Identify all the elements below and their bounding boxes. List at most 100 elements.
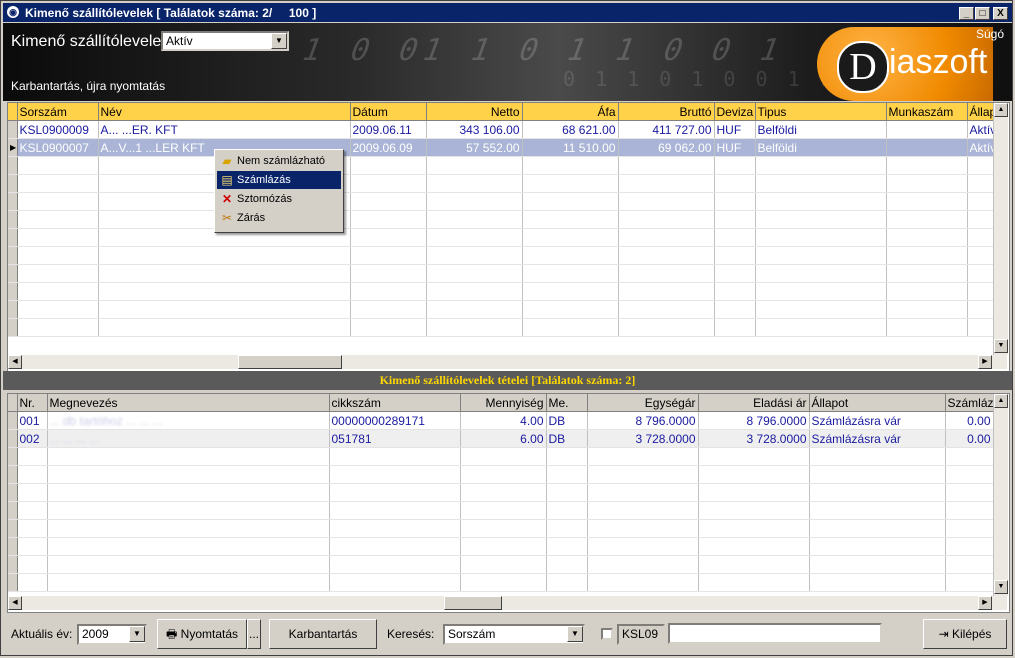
cell-allapot[interactable]: Számlázásra vár: [809, 429, 946, 448]
cell-munkaszam[interactable]: [886, 138, 968, 157]
cell-allapot[interactable]: Aktív: [967, 138, 994, 157]
cell-datum[interactable]: 2009.06.11: [350, 120, 427, 139]
top-grid-hscrollbar[interactable]: ◀ ▶: [8, 355, 1007, 369]
cell-munkaszam[interactable]: [886, 120, 968, 139]
scroll-right-icon[interactable]: ▶: [978, 355, 992, 369]
close-button[interactable]: X: [993, 7, 1008, 20]
col-header-megnevezes[interactable]: Megnevezés: [47, 394, 330, 412]
menu-item-sztornozas[interactable]: ✕ Sztornózás: [217, 190, 341, 208]
year-select[interactable]: 2009 ▼: [77, 624, 147, 645]
search-input[interactable]: [668, 623, 882, 644]
col-header-netto[interactable]: Netto: [426, 103, 523, 121]
cell-egysegar[interactable]: 8 796.0000: [587, 411, 699, 430]
minimize-button[interactable]: _: [959, 7, 974, 20]
cell-egysegar[interactable]: 3 728.0000: [587, 429, 699, 448]
bottom-grid-vscrollbar[interactable]: ▲ ▼: [993, 394, 1008, 596]
chevron-down-icon[interactable]: ▼: [271, 33, 287, 49]
cell-eladasi-ar[interactable]: 3 728.0000: [698, 429, 810, 448]
col-header-brutto[interactable]: Bruttó: [618, 103, 715, 121]
maintenance-button[interactable]: Karbantartás: [269, 619, 377, 649]
col-header-allapot[interactable]: Állap: [967, 103, 994, 121]
cell-netto[interactable]: 57 552.00: [426, 138, 523, 157]
help-link[interactable]: Súgó: [976, 27, 1004, 41]
table-row[interactable]: 002 ... ... ... ... 051781 6.00 DB 3 728…: [8, 429, 994, 448]
cell-nr[interactable]: 001: [17, 411, 48, 430]
cell-deviza[interactable]: HUF: [714, 138, 756, 157]
col-header-deviza[interactable]: Deviza: [714, 103, 756, 121]
cell-afa[interactable]: 11 510.00: [522, 138, 619, 157]
col-header-nr[interactable]: Nr.: [17, 394, 48, 412]
scroll-thumb[interactable]: [444, 596, 502, 610]
menu-item-szamlazas[interactable]: ▤ Számlázás: [217, 171, 341, 189]
cell-allapot[interactable]: Aktív: [967, 120, 994, 139]
col-header-tipus[interactable]: Tipus: [755, 103, 887, 121]
col-header-eladasi-ar[interactable]: Eladási ár: [698, 394, 810, 412]
empty-row: [8, 555, 994, 574]
chevron-down-icon[interactable]: ▼: [129, 626, 145, 642]
chevron-down-icon[interactable]: ▼: [567, 626, 583, 642]
cell-sorszam[interactable]: KSL0900007: [17, 138, 99, 157]
empty-cell: [17, 264, 99, 283]
scroll-up-icon[interactable]: ▲: [994, 103, 1008, 117]
cell-eladasi-ar[interactable]: 8 796.0000: [698, 411, 810, 430]
scroll-down-icon[interactable]: ▼: [994, 580, 1008, 594]
bottom-grid-hscrollbar[interactable]: ◀ ▶: [8, 596, 1007, 610]
search-field-select[interactable]: Sorszám ▼: [443, 624, 585, 645]
cell-tipus[interactable]: Belföldi: [755, 120, 887, 139]
print-options-button[interactable]: ...: [247, 619, 261, 649]
title-bar[interactable]: ◉ Kimenő szállítólevelek [ Találatok szá…: [3, 3, 1012, 22]
cell-afa[interactable]: 68 621.00: [522, 120, 619, 139]
cell-sorszam[interactable]: KSL0900009: [17, 120, 99, 139]
top-grid-vscrollbar[interactable]: ▲ ▼: [993, 103, 1008, 355]
table-row[interactable]: KSL0900009 A... ...ER. KFT 2009.06.11 34…: [8, 120, 994, 139]
cell-allapot[interactable]: Számlázásra vár: [809, 411, 946, 430]
cell-szamlaz[interactable]: 0.00: [945, 429, 994, 448]
cell-megnevezes[interactable]: ... ... ... ...: [47, 429, 330, 448]
cell-datum[interactable]: 2009.06.09: [350, 138, 427, 157]
prefix-checkbox[interactable]: [601, 628, 613, 640]
cell-mennyiseg[interactable]: 4.00: [460, 411, 547, 430]
cell-netto[interactable]: 343 106.00: [426, 120, 523, 139]
scroll-left-icon[interactable]: ◀: [8, 355, 22, 369]
col-header-egysegar[interactable]: Egységár: [587, 394, 699, 412]
col-header-afa[interactable]: Áfa: [522, 103, 619, 121]
menu-item-nem-szamlazhato[interactable]: ▰ Nem számlázható: [217, 152, 341, 170]
col-header-nev[interactable]: Név: [98, 103, 351, 121]
col-header-cikkszam[interactable]: cikkszám: [329, 394, 461, 412]
status-select[interactable]: Aktív ▼: [161, 31, 289, 51]
col-header-szamlaz[interactable]: Számláz: [945, 394, 994, 412]
cell-nr[interactable]: 002: [17, 429, 48, 448]
maximize-button[interactable]: □: [975, 7, 990, 20]
col-header-me[interactable]: Me.: [546, 394, 588, 412]
menu-item-zaras[interactable]: ✂ Zárás: [217, 209, 341, 227]
cell-nev[interactable]: A... ...ER. KFT: [98, 120, 351, 139]
cell-mennyiseg[interactable]: 6.00: [460, 429, 547, 448]
print-button[interactable]: 🖶 Nyomtatás: [157, 619, 247, 649]
col-header-mennyiseg[interactable]: Mennyiség: [460, 394, 547, 412]
empty-cell: [426, 174, 523, 193]
scroll-thumb[interactable]: [238, 355, 342, 369]
col-header-datum[interactable]: Dátum: [350, 103, 427, 121]
app-icon[interactable]: ◉: [7, 6, 19, 18]
col-header-allapot[interactable]: Állapot: [809, 394, 946, 412]
scroll-down-icon[interactable]: ▼: [994, 339, 1008, 353]
scroll-up-icon[interactable]: ▲: [994, 394, 1008, 408]
scroll-left-icon[interactable]: ◀: [8, 596, 22, 610]
cell-brutto[interactable]: 411 727.00: [618, 120, 715, 139]
cell-me[interactable]: DB: [546, 411, 588, 430]
cell-deviza[interactable]: HUF: [714, 120, 756, 139]
col-header-sorszam[interactable]: Sorszám: [17, 103, 99, 121]
delivery-notes-grid: Sorszám Név Dátum Netto Áfa Bruttó Deviz…: [7, 102, 1010, 372]
table-row-selected[interactable]: ▶ KSL0900007 A...V...1 ...LER KFT 2009.0…: [8, 138, 994, 157]
cell-brutto[interactable]: 69 062.00: [618, 138, 715, 157]
table-row[interactable]: 001 ... db tartóhoz ... ... ... 00000000…: [8, 411, 994, 430]
cell-szamlaz[interactable]: 0.00: [945, 411, 994, 430]
exit-button[interactable]: ⇥ Kilépés: [923, 619, 1007, 649]
cell-tipus[interactable]: Belföldi: [755, 138, 887, 157]
cell-megnevezes[interactable]: ... db tartóhoz ... ... ...: [47, 411, 330, 430]
col-header-munkaszam[interactable]: Munkaszám: [886, 103, 968, 121]
cell-cikkszam[interactable]: 051781: [329, 429, 461, 448]
scroll-right-icon[interactable]: ▶: [978, 596, 992, 610]
cell-me[interactable]: DB: [546, 429, 588, 448]
cell-cikkszam[interactable]: 00000000289171: [329, 411, 461, 430]
